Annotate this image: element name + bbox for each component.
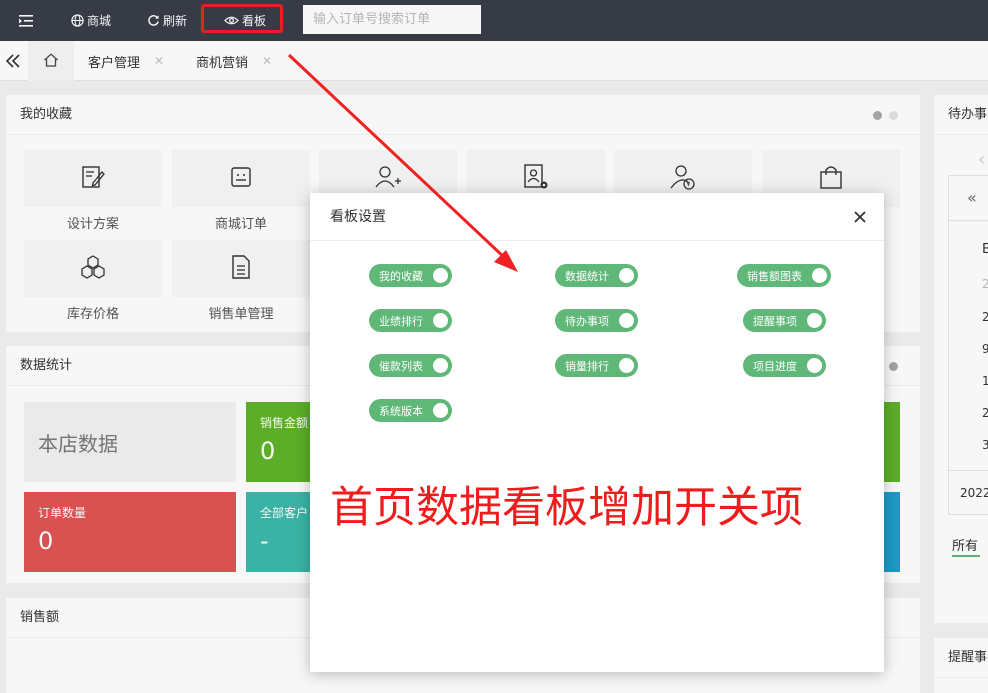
switch-favorites[interactable]: 我的收藏	[369, 264, 452, 287]
switch-reminders[interactable]: 提醒事项	[743, 309, 826, 332]
switch-knob	[619, 313, 634, 328]
switch-knob	[433, 358, 448, 373]
dashboard-settings-modal: 看板设置 我的收藏 数据统计 销售额图表 业绩排行 待办事项 提醒事项 催款列表…	[310, 193, 884, 672]
switch-knob	[619, 358, 634, 373]
switch-label: 提醒事项	[753, 314, 797, 328]
switch-label: 业绩排行	[379, 314, 423, 328]
modal-title: 看板设置	[310, 193, 884, 241]
close-icon[interactable]	[850, 207, 870, 227]
switch-project-progress[interactable]: 项目进度	[743, 354, 826, 377]
annotation-text: 首页数据看板增加开关项	[330, 483, 803, 533]
switch-label: 我的收藏	[379, 269, 423, 283]
switch-label: 项目进度	[753, 359, 797, 373]
switch-knob	[807, 313, 822, 328]
switch-label: 销售额图表	[747, 269, 802, 283]
switch-knob	[807, 358, 822, 373]
switch-knob	[619, 268, 634, 283]
switch-sales-chart[interactable]: 销售额图表	[737, 264, 831, 287]
switch-knob	[433, 268, 448, 283]
switch-todo[interactable]: 待办事项	[555, 309, 638, 332]
switch-knob	[812, 268, 827, 283]
switch-payment-list[interactable]: 催款列表	[369, 354, 452, 377]
switch-label: 数据统计	[565, 269, 609, 283]
switch-stats[interactable]: 数据统计	[555, 264, 638, 287]
switch-label: 待办事项	[565, 314, 609, 328]
switch-label: 系统版本	[379, 404, 423, 418]
switch-system-version[interactable]: 系统版本	[369, 399, 452, 422]
switch-label: 催款列表	[379, 359, 423, 373]
switch-label: 销量排行	[565, 359, 609, 373]
switch-sales-ranking[interactable]: 销量排行	[555, 354, 638, 377]
switch-knob	[433, 313, 448, 328]
switch-knob	[433, 403, 448, 418]
switch-performance-ranking[interactable]: 业绩排行	[369, 309, 452, 332]
